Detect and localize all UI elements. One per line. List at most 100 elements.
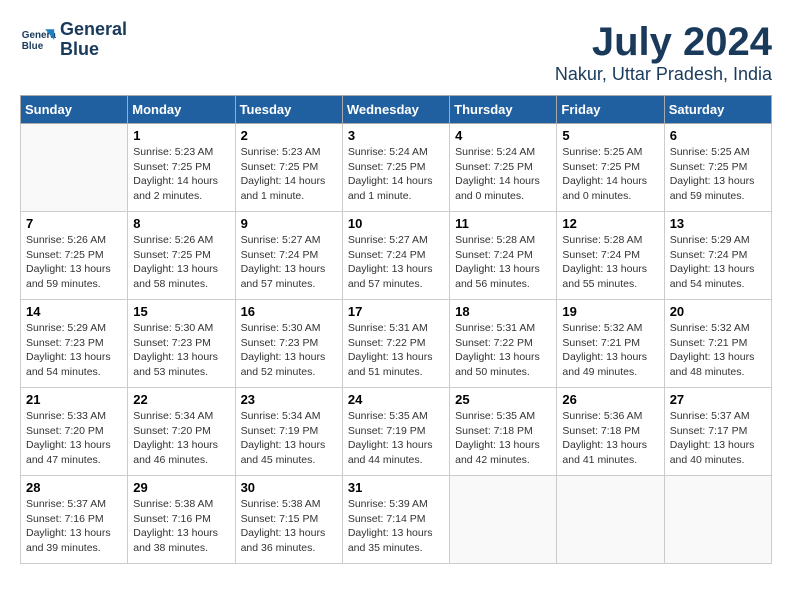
calendar-cell — [557, 476, 664, 564]
day-number: 30 — [241, 480, 337, 495]
day-info: Sunrise: 5:23 AMSunset: 7:25 PMDaylight:… — [133, 145, 229, 204]
weekday-header: Wednesday — [342, 96, 449, 124]
day-number: 10 — [348, 216, 444, 231]
calendar-cell: 30Sunrise: 5:38 AMSunset: 7:15 PMDayligh… — [235, 476, 342, 564]
day-number: 27 — [670, 392, 766, 407]
weekday-header: Sunday — [21, 96, 128, 124]
day-info: Sunrise: 5:25 AMSunset: 7:25 PMDaylight:… — [670, 145, 766, 204]
logo-icon: General Blue — [20, 22, 56, 58]
calendar-cell: 4Sunrise: 5:24 AMSunset: 7:25 PMDaylight… — [450, 124, 557, 212]
calendar-cell — [21, 124, 128, 212]
day-info: Sunrise: 5:35 AMSunset: 7:18 PMDaylight:… — [455, 409, 551, 468]
day-number: 24 — [348, 392, 444, 407]
day-number: 26 — [562, 392, 658, 407]
day-number: 3 — [348, 128, 444, 143]
day-info: Sunrise: 5:32 AMSunset: 7:21 PMDaylight:… — [670, 321, 766, 380]
day-number: 6 — [670, 128, 766, 143]
calendar-cell: 20 Sunrise: 5:32 AMSunset: 7:21 PMDayligh… — [664, 300, 771, 388]
calendar-cell: 5 Sunrise: 5:25 AMSunset: 7:25 PMDaylight… — [557, 124, 664, 212]
day-number: 18 — [455, 304, 551, 319]
day-info: Sunrise: 5:23 AMSunset: 7:25 PMDaylight:… — [241, 145, 337, 204]
weekday-header: Friday — [557, 96, 664, 124]
day-info: Sunrise: 5:39 AMSunset: 7:14 PMDaylight:… — [348, 497, 444, 556]
calendar-cell: 25 Sunrise: 5:35 AMSunset: 7:18 PMDayligh… — [450, 388, 557, 476]
day-number: 14 — [26, 304, 122, 319]
weekday-header-row: SundayMondayTuesdayWednesdayThursdayFrid… — [21, 96, 772, 124]
weekday-header: Thursday — [450, 96, 557, 124]
calendar-cell: 16Sunrise: 5:30 AMSunset: 7:23 PMDayligh… — [235, 300, 342, 388]
title-area: July 2024 Nakur, Uttar Pradesh, India — [555, 20, 772, 85]
day-number: 31 — [348, 480, 444, 495]
day-number: 28 — [26, 480, 122, 495]
day-number: 15 — [133, 304, 229, 319]
page-header: General Blue General Blue July 2024 Naku… — [20, 20, 772, 85]
calendar-cell: 28 Sunrise: 5:37 AMSunset: 7:16 PMDayligh… — [21, 476, 128, 564]
svg-text:Blue: Blue — [22, 41, 44, 52]
day-info: Sunrise: 5:35 AMSunset: 7:19 PMDaylight:… — [348, 409, 444, 468]
day-info: Sunrise: 5:27 AMSunset: 7:24 PMDaylight:… — [348, 233, 444, 292]
day-info: Sunrise: 5:30 AMSunset: 7:23 PMDaylight:… — [241, 321, 337, 380]
day-number: 19 — [562, 304, 658, 319]
calendar-week-row: 1 Sunrise: 5:23 AMSunset: 7:25 PMDaylight… — [21, 124, 772, 212]
day-number: 5 — [562, 128, 658, 143]
day-number: 12 — [562, 216, 658, 231]
day-number: 2 — [241, 128, 337, 143]
day-number: 11 — [455, 216, 551, 231]
calendar-cell — [664, 476, 771, 564]
day-info: Sunrise: 5:38 AMSunset: 7:16 PMDaylight:… — [133, 497, 229, 556]
weekday-header: Saturday — [664, 96, 771, 124]
day-info: Sunrise: 5:31 AMSunset: 7:22 PMDaylight:… — [455, 321, 551, 380]
day-number: 23 — [241, 392, 337, 407]
calendar-cell: 2 Sunrise: 5:23 AMSunset: 7:25 PMDaylight… — [235, 124, 342, 212]
calendar-cell: 18 Sunrise: 5:31 AMSunset: 7:22 PMDayligh… — [450, 300, 557, 388]
calendar-cell: 26 Sunrise: 5:36 AMSunset: 7:18 PMDayligh… — [557, 388, 664, 476]
calendar-cell: 12 Sunrise: 5:28 AMSunset: 7:24 PMDayligh… — [557, 212, 664, 300]
logo: General Blue General Blue — [20, 20, 127, 60]
calendar-cell: 21 Sunrise: 5:33 AMSunset: 7:20 PMDayligh… — [21, 388, 128, 476]
calendar-cell: 22 Sunrise: 5:34 AMSunset: 7:20 PMDayligh… — [128, 388, 235, 476]
day-info: Sunrise: 5:26 AMSunset: 7:25 PMDaylight:… — [133, 233, 229, 292]
calendar-cell: 8Sunrise: 5:26 AMSunset: 7:25 PMDaylight… — [128, 212, 235, 300]
day-info: Sunrise: 5:33 AMSunset: 7:20 PMDaylight:… — [26, 409, 122, 468]
day-number: 9 — [241, 216, 337, 231]
day-info: Sunrise: 5:37 AMSunset: 7:17 PMDaylight:… — [670, 409, 766, 468]
calendar-week-row: 14Sunrise: 5:29 AMSunset: 7:23 PMDayligh… — [21, 300, 772, 388]
calendar-cell: 14Sunrise: 5:29 AMSunset: 7:23 PMDayligh… — [21, 300, 128, 388]
calendar-cell: 29Sunrise: 5:38 AMSunset: 7:16 PMDayligh… — [128, 476, 235, 564]
day-info: Sunrise: 5:28 AMSunset: 7:24 PMDaylight:… — [562, 233, 658, 292]
calendar-cell: 19 Sunrise: 5:32 AMSunset: 7:21 PMDayligh… — [557, 300, 664, 388]
day-info: Sunrise: 5:29 AMSunset: 7:24 PMDaylight:… — [670, 233, 766, 292]
calendar-table: SundayMondayTuesdayWednesdayThursdayFrid… — [20, 95, 772, 564]
calendar-cell — [450, 476, 557, 564]
day-info: Sunrise: 5:37 AMSunset: 7:16 PMDaylight:… — [26, 497, 122, 556]
calendar-cell: 31 Sunrise: 5:39 AMSunset: 7:14 PMDayligh… — [342, 476, 449, 564]
calendar-cell: 3 Sunrise: 5:24 AMSunset: 7:25 PMDaylight… — [342, 124, 449, 212]
calendar-cell: 1 Sunrise: 5:23 AMSunset: 7:25 PMDaylight… — [128, 124, 235, 212]
calendar-cell: 15 Sunrise: 5:30 AMSunset: 7:23 PMDayligh… — [128, 300, 235, 388]
day-info: Sunrise: 5:30 AMSunset: 7:23 PMDaylight:… — [133, 321, 229, 380]
day-info: Sunrise: 5:34 AMSunset: 7:19 PMDaylight:… — [241, 409, 337, 468]
day-number: 1 — [133, 128, 229, 143]
calendar-week-row: 21 Sunrise: 5:33 AMSunset: 7:20 PMDayligh… — [21, 388, 772, 476]
day-info: Sunrise: 5:25 AMSunset: 7:25 PMDaylight:… — [562, 145, 658, 204]
day-number: 25 — [455, 392, 551, 407]
day-info: Sunrise: 5:32 AMSunset: 7:21 PMDaylight:… — [562, 321, 658, 380]
month-title: July 2024 — [555, 20, 772, 64]
calendar-cell: 10 Sunrise: 5:27 AMSunset: 7:24 PMDayligh… — [342, 212, 449, 300]
calendar-cell: 24 Sunrise: 5:35 AMSunset: 7:19 PMDayligh… — [342, 388, 449, 476]
day-info: Sunrise: 5:27 AMSunset: 7:24 PMDaylight:… — [241, 233, 337, 292]
day-number: 20 — [670, 304, 766, 319]
calendar-cell: 6 Sunrise: 5:25 AMSunset: 7:25 PMDaylight… — [664, 124, 771, 212]
calendar-cell: 7Sunrise: 5:26 AMSunset: 7:25 PMDaylight… — [21, 212, 128, 300]
day-info: Sunrise: 5:24 AMSunset: 7:25 PMDaylight:… — [348, 145, 444, 204]
day-info: Sunrise: 5:28 AMSunset: 7:24 PMDaylight:… — [455, 233, 551, 292]
weekday-header: Monday — [128, 96, 235, 124]
day-info: Sunrise: 5:34 AMSunset: 7:20 PMDaylight:… — [133, 409, 229, 468]
day-info: Sunrise: 5:24 AMSunset: 7:25 PMDaylight:… — [455, 145, 551, 204]
day-number: 21 — [26, 392, 122, 407]
calendar-cell: 11 Sunrise: 5:28 AMSunset: 7:24 PMDayligh… — [450, 212, 557, 300]
calendar-cell: 23 Sunrise: 5:34 AMSunset: 7:19 PMDayligh… — [235, 388, 342, 476]
day-info: Sunrise: 5:36 AMSunset: 7:18 PMDaylight:… — [562, 409, 658, 468]
calendar-cell: 27 Sunrise: 5:37 AMSunset: 7:17 PMDayligh… — [664, 388, 771, 476]
day-number: 22 — [133, 392, 229, 407]
